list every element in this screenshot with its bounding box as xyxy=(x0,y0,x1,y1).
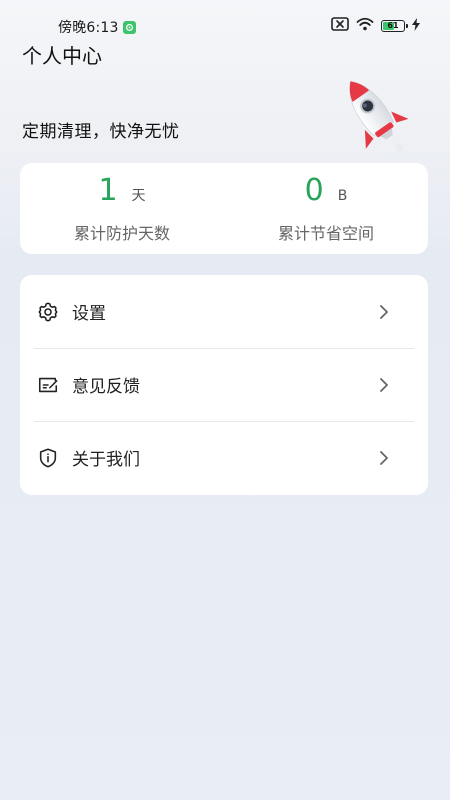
stat-unit: B xyxy=(337,188,348,204)
gear-icon xyxy=(36,300,60,324)
rocket-illustration xyxy=(336,70,412,160)
menu-item-feedback[interactable]: 意见反馈 xyxy=(20,348,428,421)
stat-saved-space: 0 B 累计节省空间 xyxy=(224,163,428,254)
status-time: 傍晚6:13 xyxy=(58,20,119,36)
stat-label: 累计防护天数 xyxy=(73,224,170,243)
battery-icon: 61 xyxy=(381,20,408,32)
slogan-text: 定期清理，快净无忧 xyxy=(22,122,180,142)
menu-label: 关于我们 xyxy=(72,450,140,470)
wifi-icon xyxy=(356,17,374,35)
stat-value-row: 1 天 xyxy=(98,173,146,208)
stat-value: 0 xyxy=(304,173,324,208)
stat-protection-days: 1 天 累计防护天数 xyxy=(20,163,224,254)
app-notification-icon xyxy=(122,20,136,34)
shield-info-icon xyxy=(36,446,60,470)
chevron-right-icon xyxy=(372,300,396,324)
chevron-right-icon xyxy=(372,446,396,470)
menu-item-about[interactable]: 关于我们 xyxy=(20,421,428,494)
feedback-icon xyxy=(36,373,60,397)
stat-value: 1 xyxy=(98,173,118,208)
menu-label: 设置 xyxy=(72,304,106,324)
chevron-right-icon xyxy=(372,373,396,397)
stats-card: 1 天 累计防护天数 0 B 累计节省空间 xyxy=(20,163,428,254)
status-bar: 傍晚6:13 61 xyxy=(0,0,450,40)
menu-label: 意见反馈 xyxy=(72,377,140,397)
menu-item-settings[interactable]: 设置 xyxy=(20,275,428,348)
status-left: 傍晚6:13 xyxy=(58,17,136,37)
stat-unit: 天 xyxy=(131,188,146,204)
sim-off-icon xyxy=(331,17,349,35)
battery-level: 61 xyxy=(387,21,399,30)
status-right: 61 xyxy=(331,17,420,35)
menu-card: 设置 意见反馈 关于我们 xyxy=(20,275,428,495)
stat-value-row: 0 B xyxy=(304,173,348,208)
stat-label: 累计节省空间 xyxy=(277,224,374,243)
charging-icon xyxy=(412,17,420,35)
page-title: 个人中心 xyxy=(22,44,102,68)
